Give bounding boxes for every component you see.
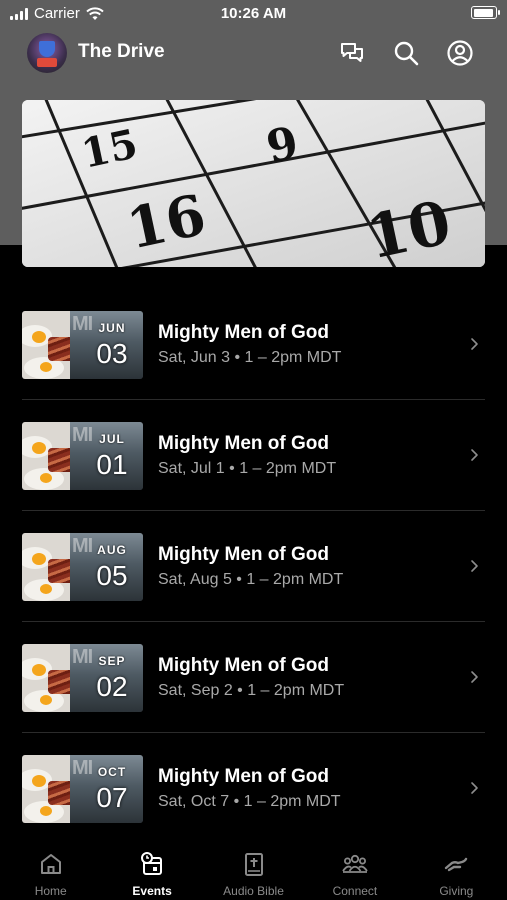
- status-time: 10:26 AM: [220, 5, 287, 22]
- event-month: JUL: [99, 432, 125, 446]
- search-icon[interactable]: [392, 39, 420, 67]
- tab-label: Connect: [332, 884, 378, 898]
- event-title: Mighty Men of God: [158, 655, 329, 676]
- battery-icon: [471, 6, 500, 19]
- chevron-right-icon: [471, 782, 478, 794]
- church-logo-avatar[interactable]: [27, 33, 67, 73]
- event-month: AUG: [97, 543, 127, 557]
- tab-audio-bible[interactable]: Audio Bible: [203, 836, 304, 900]
- event-month: OCT: [97, 765, 127, 779]
- event-month: SEP: [98, 654, 126, 668]
- status-bar: Carrier 10:26 AM: [0, 0, 507, 28]
- tab-home[interactable]: Home: [0, 836, 101, 900]
- event-datetime: Sat, Oct 7 • 1 – 2pm MDT: [158, 793, 341, 810]
- chat-icon[interactable]: [338, 39, 366, 67]
- event-title: Mighty Men of God: [158, 544, 329, 565]
- tab-label: Events: [132, 884, 172, 898]
- route-shield-icon: [39, 41, 55, 57]
- chevron-right-icon: [471, 338, 478, 350]
- app-title: The Drive: [78, 41, 165, 62]
- event-datetime: Sat, Sep 2 • 1 – 2pm MDT: [158, 682, 345, 699]
- event-row[interactable]: MI JUL 01 Mighty Men of God Sat, Jul 1 •…: [22, 400, 485, 511]
- event-thumbnail: MI JUL 01: [22, 422, 143, 490]
- event-row[interactable]: MI JUN 03 Mighty Men of God Sat, Jun 3 •…: [22, 289, 485, 400]
- event-thumbnail: MI OCT 07: [22, 755, 143, 823]
- event-row[interactable]: MI AUG 05 Mighty Men of God Sat, Aug 5 •…: [22, 511, 485, 622]
- road-graphic: [37, 58, 57, 67]
- battery-fill: [473, 8, 494, 17]
- event-datetime: Sat, Jul 1 • 1 – 2pm MDT: [158, 460, 337, 477]
- event-day: 01: [96, 449, 128, 480]
- tab-giving[interactable]: Giving: [406, 836, 507, 900]
- tab-label: Audio Bible: [223, 884, 284, 898]
- event-datetime: Sat, Jun 3 • 1 – 2pm MDT: [158, 349, 342, 366]
- event-thumbnail: MI SEP 02: [22, 644, 143, 712]
- event-thumbnail: MI JUN 03: [22, 311, 143, 379]
- event-row[interactable]: MI SEP 02 Mighty Men of God Sat, Sep 2 •…: [22, 622, 485, 733]
- home-icon: [40, 854, 61, 874]
- tab-connect[interactable]: Connect: [304, 836, 405, 900]
- tab-events[interactable]: Events: [101, 836, 202, 900]
- chevron-right-icon: [471, 671, 478, 683]
- event-day: 05: [96, 560, 128, 591]
- app-header: The Drive: [0, 32, 507, 74]
- group-icon: [342, 854, 368, 873]
- event-datetime: Sat, Aug 5 • 1 – 2pm MDT: [158, 571, 344, 588]
- hero-calendar-image[interactable]: 15 9 16 10: [22, 100, 485, 267]
- tab-bar: Home Events Audio Bible Connect Giving: [0, 836, 507, 900]
- giving-hand-icon: [445, 857, 468, 872]
- event-day: 02: [96, 671, 128, 702]
- event-list: MI JUN 03 Mighty Men of God Sat, Jun 3 •…: [22, 289, 485, 844]
- chevron-right-icon: [471, 449, 478, 461]
- event-title: Mighty Men of God: [158, 766, 329, 787]
- tab-label: Home: [34, 884, 67, 898]
- event-day: 07: [96, 782, 128, 813]
- bible-icon: [244, 853, 263, 876]
- event-title: Mighty Men of God: [158, 322, 329, 343]
- event-month: JUN: [98, 321, 126, 335]
- event-thumbnail: MI AUG 05: [22, 533, 143, 601]
- profile-icon[interactable]: [446, 39, 474, 67]
- event-day: 03: [96, 338, 128, 369]
- event-row[interactable]: MI OCT 07 Mighty Men of God Sat, Oct 7 •…: [22, 733, 485, 844]
- chevron-right-icon: [471, 560, 478, 572]
- tab-label: Giving: [439, 884, 474, 898]
- event-title: Mighty Men of God: [158, 433, 329, 454]
- calendar-clock-icon: [141, 852, 163, 875]
- calendar-photo: 15 9 16 10: [22, 100, 485, 267]
